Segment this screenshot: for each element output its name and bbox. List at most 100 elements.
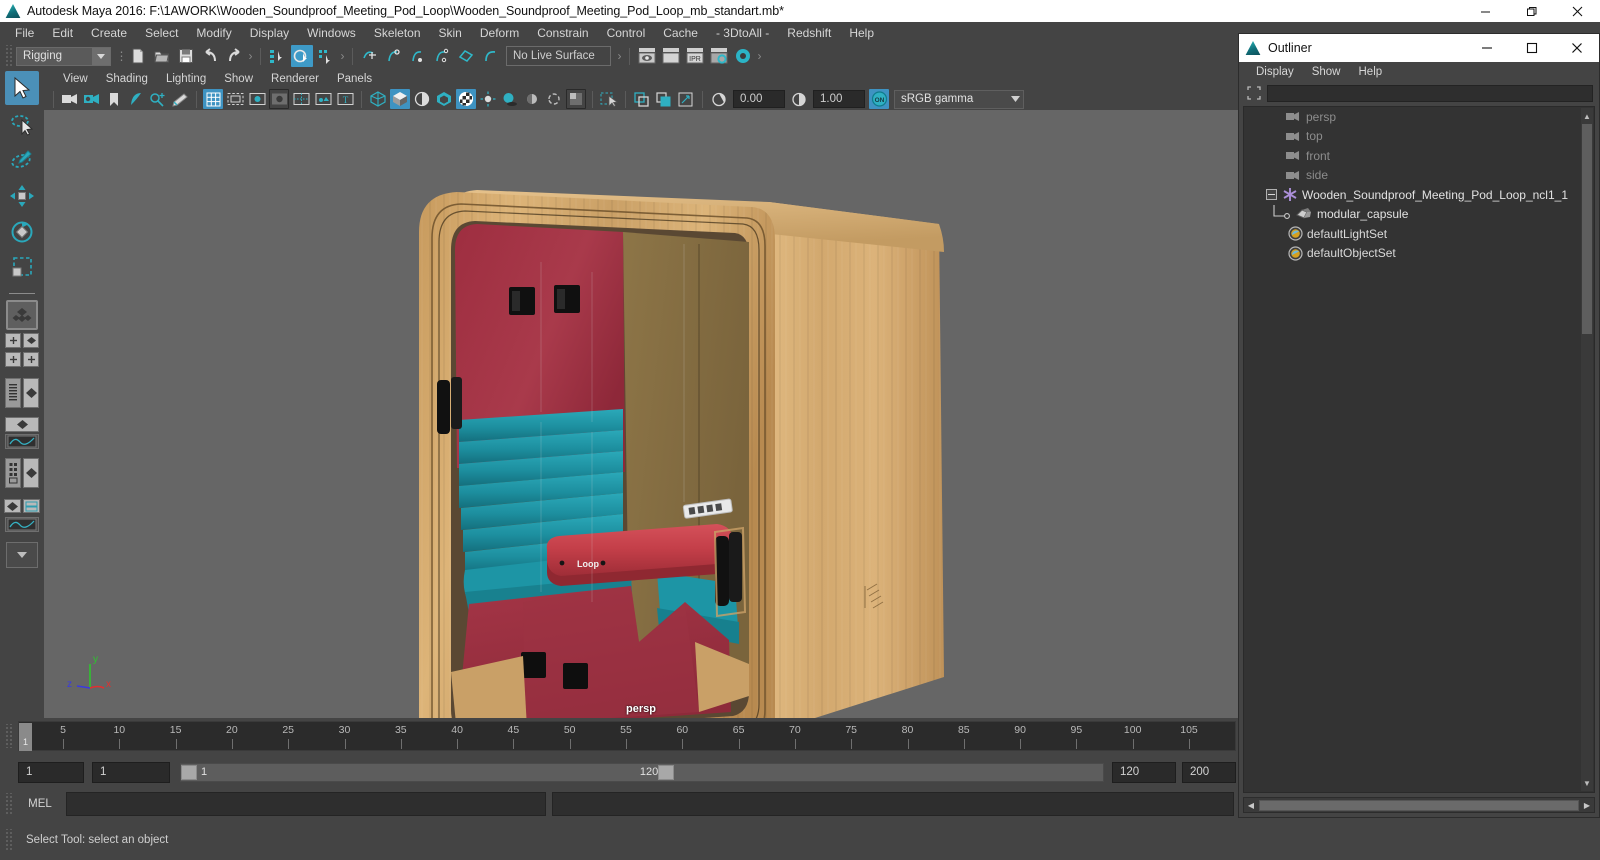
image-plane-icon[interactable] — [126, 89, 146, 109]
select-by-object-type-icon[interactable] — [291, 45, 313, 67]
xray-joints-icon[interactable] — [654, 89, 674, 109]
menu-edit[interactable]: Edit — [43, 24, 82, 42]
select-tool[interactable] — [5, 71, 39, 105]
outliner-maximize-button[interactable] — [1509, 34, 1554, 62]
menu-control[interactable]: Control — [598, 24, 655, 42]
menu-skeleton[interactable]: Skeleton — [365, 24, 430, 42]
outliner-minimize-button[interactable] — [1464, 34, 1509, 62]
menu-deform[interactable]: Deform — [471, 24, 528, 42]
hypershade-persp-layout[interactable] — [5, 458, 39, 488]
color-management-selector[interactable]: sRGB gamma — [894, 89, 1024, 109]
render-current-frame-icon[interactable] — [636, 45, 658, 67]
wireframe-shading-icon[interactable] — [368, 89, 388, 109]
statusline-grip[interactable] — [4, 45, 12, 67]
outliner-close-button[interactable] — [1554, 34, 1599, 62]
color-management-toggle-icon[interactable]: ON — [869, 89, 889, 109]
collapse-toggle-icon[interactable] — [1266, 189, 1277, 201]
scroll-right-icon[interactable]: ▶ — [1580, 798, 1594, 812]
snap-to-curve-icon[interactable] — [383, 45, 405, 67]
outliner-item-default-object-set[interactable]: defaultObjectSet — [1244, 244, 1594, 264]
paint-select-tool[interactable] — [5, 143, 39, 177]
toolbox-more-layouts-button[interactable] — [6, 542, 38, 568]
rotate-tool[interactable] — [5, 215, 39, 249]
render-settings-icon[interactable] — [708, 45, 730, 67]
persp-graph-curve-layout[interactable] — [5, 517, 39, 532]
close-button[interactable] — [1554, 0, 1600, 22]
gamma-value-field[interactable]: 1.00 — [813, 90, 865, 108]
menu-create[interactable]: Create — [82, 24, 136, 42]
move-tool[interactable] — [5, 179, 39, 213]
viewport-menu-lighting[interactable]: Lighting — [157, 72, 215, 86]
shadows-icon[interactable] — [500, 89, 520, 109]
chevron-down-icon[interactable] — [92, 47, 110, 65]
undo-icon[interactable] — [199, 45, 221, 67]
scroll-left-icon[interactable]: ◀ — [1244, 798, 1258, 812]
camera-attributes-icon[interactable] — [82, 89, 102, 109]
single-perspective-view-layout[interactable] — [6, 300, 38, 330]
scroll-thumb[interactable] — [1582, 124, 1592, 334]
range-slider[interactable]: 1 120 — [180, 762, 1104, 782]
outliner-title-bar[interactable]: Outliner — [1239, 34, 1599, 62]
persp-graph-editor-layout[interactable] — [5, 434, 39, 449]
outliner-menu-show[interactable]: Show — [1303, 65, 1350, 79]
menu-windows[interactable]: Windows — [298, 24, 365, 42]
snap-to-view-plane-icon[interactable] — [455, 45, 477, 67]
outliner-item-modular-capsule[interactable]: modular_capsule — [1244, 204, 1594, 225]
command-language-label[interactable]: MEL — [14, 798, 66, 810]
exposure-value-field[interactable]: 0.00 — [733, 90, 785, 108]
current-time-field[interactable]: 1 — [18, 761, 84, 783]
outliner-item-front[interactable]: front — [1244, 146, 1594, 166]
menu-constrain[interactable]: Constrain — [528, 24, 597, 42]
xray-icon[interactable] — [632, 89, 652, 109]
chevron-down-icon[interactable] — [1011, 94, 1020, 104]
select-by-hierarchy-icon[interactable] — [267, 45, 289, 67]
textured-shading-icon[interactable] — [456, 89, 476, 109]
menu-cache[interactable]: Cache — [654, 24, 707, 42]
field-chart-icon[interactable] — [291, 89, 311, 109]
outliner-item-default-light-set[interactable]: defaultLightSet — [1244, 224, 1594, 244]
ambient-occlusion-icon[interactable] — [522, 89, 542, 109]
make-live-icon[interactable] — [479, 45, 501, 67]
menu-modify[interactable]: Modify — [187, 24, 240, 42]
motion-blur-icon[interactable] — [544, 89, 564, 109]
menu-select[interactable]: Select — [136, 24, 187, 42]
range-start-handle[interactable] — [181, 764, 197, 780]
four-view-layout-2[interactable] — [5, 352, 39, 367]
minimize-button[interactable] — [1462, 0, 1508, 22]
anim-end-time-field[interactable]: 120 — [1112, 761, 1176, 783]
menu-file[interactable]: File — [6, 24, 43, 42]
lasso-select-tool[interactable] — [5, 107, 39, 141]
scale-tool[interactable] — [5, 251, 39, 285]
perspective-viewport[interactable]: Loop y x z persp — [44, 110, 1238, 718]
time-slider[interactable]: 1 5 10 15 20 25 30 35 40 45 50 55 60 65 70 75 80 85 90 95 1… — [18, 721, 1236, 751]
shaded-wireframe-icon[interactable] — [412, 89, 432, 109]
safe-title-icon[interactable]: T — [335, 89, 355, 109]
use-all-lights-icon[interactable] — [478, 89, 498, 109]
range-start-field[interactable]: 1 — [92, 761, 170, 783]
scroll-up-icon[interactable]: ▲ — [1582, 109, 1592, 123]
maximize-button[interactable] — [1508, 0, 1554, 22]
hypershade-icon[interactable] — [732, 45, 754, 67]
viewport-menu-renderer[interactable]: Renderer — [262, 72, 328, 86]
snap-to-point-icon[interactable] — [407, 45, 429, 67]
playback-end-time-field[interactable]: 200 — [1182, 761, 1236, 783]
exposure-icon[interactable] — [709, 89, 729, 109]
select-camera-icon[interactable] — [60, 89, 80, 109]
outliner-item-pod-group[interactable]: Wooden_Soundproof_Meeting_Pod_Loop_ncl1_… — [1244, 185, 1594, 205]
four-view-layout[interactable] — [5, 333, 39, 348]
open-scene-icon[interactable] — [151, 45, 173, 67]
statusbar-grip[interactable] — [4, 829, 12, 851]
outliner-menu-display[interactable]: Display — [1247, 65, 1303, 79]
grease-pencil-icon[interactable] — [170, 89, 190, 109]
persp-only-layout[interactable] — [5, 417, 39, 432]
command-output-field[interactable] — [552, 792, 1234, 816]
menu-redshift[interactable]: Redshift — [778, 24, 840, 42]
viewport-menu-panels[interactable]: Panels — [328, 72, 381, 86]
new-scene-icon[interactable] — [127, 45, 149, 67]
current-frame-indicator[interactable]: 1 — [19, 723, 32, 751]
bookmark-icon[interactable] — [104, 89, 124, 109]
redo-icon[interactable] — [223, 45, 245, 67]
outliner-horizontal-scrollbar[interactable]: ◀ ▶ — [1243, 797, 1595, 813]
safe-action-icon[interactable] — [313, 89, 333, 109]
save-scene-icon[interactable] — [175, 45, 197, 67]
